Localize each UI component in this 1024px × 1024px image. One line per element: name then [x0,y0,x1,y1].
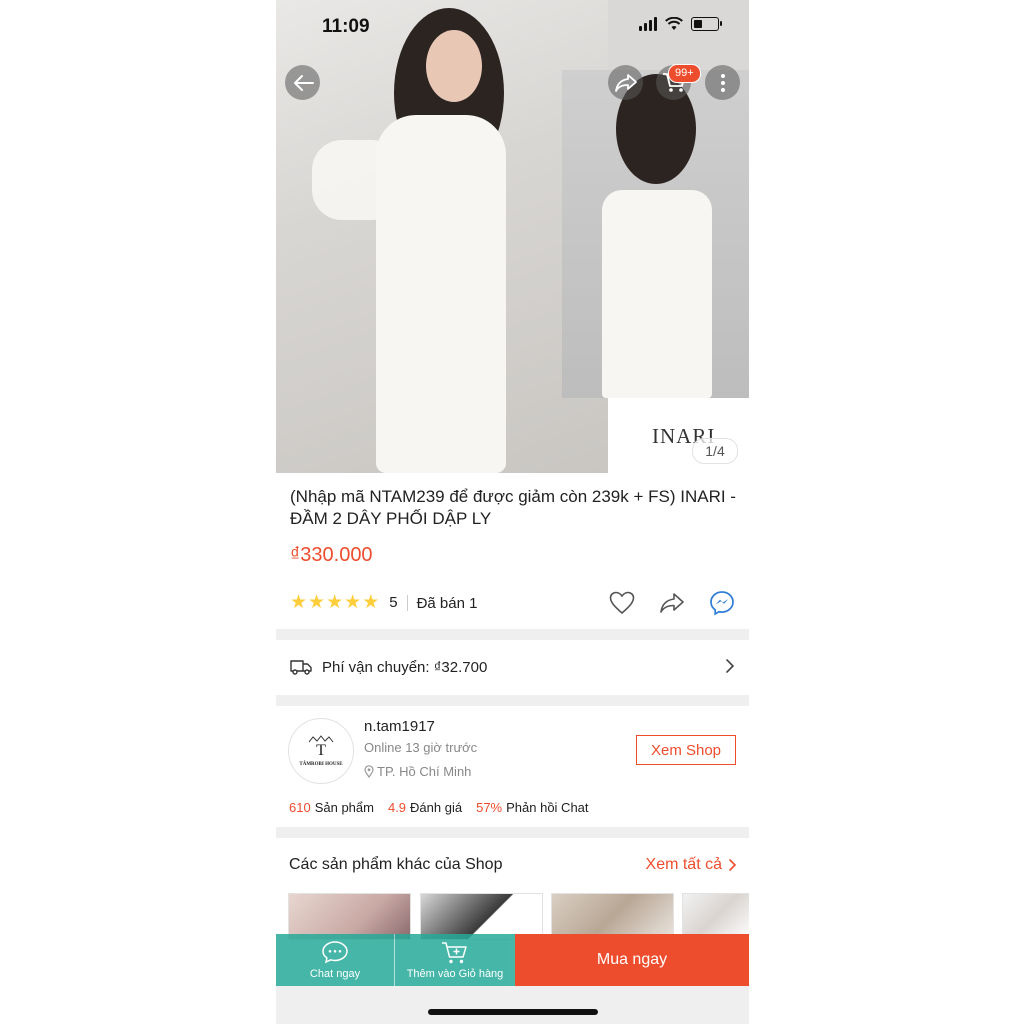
see-all-link[interactable]: Xem tất cả [646,856,737,874]
battery-icon [691,17,722,31]
cart-badge: 99+ [668,64,701,83]
shop-name[interactable]: n.tam1917 [364,718,435,735]
model-dress-back [602,190,712,398]
related-product-thumbnail[interactable] [551,893,674,940]
share-icon [614,73,637,92]
product-actions [609,590,735,616]
shipping-fee: Phí vận chuyển: ₫32.700 [322,658,488,676]
shipping-row[interactable]: Phí vận chuyển: ₫32.700 [290,656,735,678]
section-divider [276,629,749,640]
rating-row: ★ ★ ★ ★ ★ 5 Đã bán 1 [290,590,735,616]
product-photo-back [562,70,749,398]
chat-now-label: Chat ngay [309,968,361,980]
add-to-cart-icon [442,941,467,963]
shop-location-text: TP. Hồ Chí Minh [377,764,472,779]
shop-stats: 610 Sản phẩm 4.9 Đánh giá 57% Phản hồi Chat [289,800,589,815]
home-indicator[interactable] [428,1009,598,1015]
star-icon: ★ [344,592,362,613]
shop-stat: 57% Phản hồi Chat [476,800,589,815]
related-product-thumbnail[interactable] [288,893,411,940]
chevron-right-icon [729,859,737,871]
back-button[interactable] [285,65,320,100]
section-divider [276,695,749,706]
shop-avatar-monogram: T [316,742,326,759]
share-product-icon[interactable] [659,592,685,614]
star-icon: ★ [290,592,308,613]
model-face [426,30,482,102]
shop-online-status: Online 13 giờ trước [364,740,478,755]
location-pin-icon [364,765,374,778]
shop-avatar-name: TÂMROBI HOUSE [299,762,343,767]
star-icon: ★ [362,592,380,613]
heart-icon[interactable] [609,591,635,615]
chat-icon [322,941,348,964]
more-icon [720,73,725,92]
status-time: 11:09 [322,16,370,37]
sold-count: Đã bán 1 [416,594,478,612]
star-icon: ★ [326,592,344,613]
wifi-icon [665,17,683,30]
section-divider [276,827,749,838]
shop-location: TP. Hồ Chí Minh [364,764,471,779]
related-product-thumbnail[interactable] [420,893,543,940]
phone-screen: INARI 1/4 11:09 99+ (Nhập mã NTAM239 để … [276,0,749,1024]
shop-avatar[interactable]: T TÂMROBI HOUSE [288,718,354,784]
chevron-right-icon [726,659,735,673]
home-indicator-area [276,986,749,1024]
rating-stars: ★ ★ ★ ★ ★ [290,593,379,613]
rating-value: 5 [389,595,408,611]
view-shop-button[interactable]: Xem Shop [636,735,736,765]
bottom-action-bar: Chat ngay Thêm vào Giỏ hàng Mua ngay [276,934,749,986]
product-photo-front [276,0,608,473]
image-counter: 1/4 [692,438,738,464]
product-price: ₫330.000 [290,544,373,566]
related-product-thumbnail[interactable] [682,893,749,940]
back-icon [293,74,314,91]
chat-now-button[interactable]: Chat ngay [276,934,395,986]
add-to-cart-button[interactable]: Thêm vào Giỏ hàng [395,934,515,986]
truck-icon [290,660,312,675]
related-section-title: Các sản phẩm khác của Shop [289,856,503,873]
product-title: (Nhập mã NTAM239 để được giảm còn 239k +… [290,487,736,528]
status-icons [639,17,722,31]
model-sleeve [312,140,402,220]
buy-now-button[interactable]: Mua ngay [515,934,749,986]
see-all-label: Xem tất cả [645,856,722,873]
more-button[interactable] [705,65,740,100]
signal-icon [639,17,657,31]
add-to-cart-label: Thêm vào Giỏ hàng [406,967,504,980]
star-icon: ★ [308,592,326,613]
shop-stat: 4.9 Đánh giá [387,800,463,815]
shop-stat: 610 Sản phẩm [289,800,374,815]
messenger-icon[interactable] [709,590,735,616]
share-button[interactable] [608,65,643,100]
